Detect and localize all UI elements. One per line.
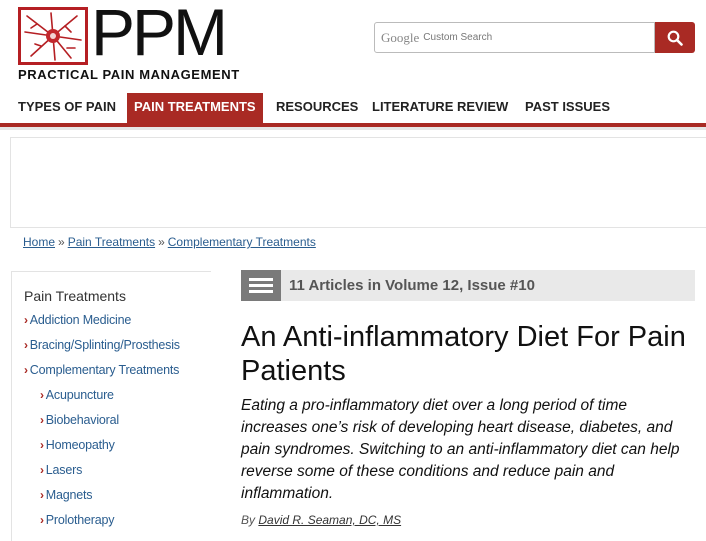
chevron-right-icon: › xyxy=(40,413,44,427)
google-brand: Google xyxy=(381,29,420,45)
nav-shadow xyxy=(0,127,706,130)
nav-pain-treatments[interactable]: PAIN TREATMENTS xyxy=(127,93,263,123)
issue-menu-button[interactable] xyxy=(241,270,281,301)
magnifier-icon xyxy=(667,30,683,46)
sidebar-item-biobehavioral[interactable]: › Biobehavioral xyxy=(40,413,119,427)
chevron-right-icon: › xyxy=(40,488,44,502)
nav-past-issues[interactable]: PAST ISSUES xyxy=(525,93,610,123)
chevron-right-icon: › xyxy=(24,338,28,352)
hamburger-icon-line xyxy=(249,284,273,287)
ad-banner xyxy=(10,137,706,228)
search-input[interactable]: Google Custom Search xyxy=(374,22,655,53)
breadcrumb-separator: » xyxy=(58,235,65,249)
sidebar-item-label: Prolotherapy xyxy=(45,513,115,527)
chevron-right-icon: › xyxy=(40,438,44,452)
sidebar-item-homeopathy[interactable]: › Homeopathy xyxy=(40,438,115,452)
hamburger-icon-line xyxy=(249,278,273,281)
sidebar-item-label: Bracing/Splinting/Prosthesis xyxy=(29,338,180,352)
breadcrumb: Home» Pain Treatments» Complementary Treat… xyxy=(23,235,316,249)
logo-letters: PPM xyxy=(91,0,228,69)
hamburger-icon-line xyxy=(249,290,273,293)
issue-articles-count[interactable]: 11 Articles in Volume 12, Issue #10 xyxy=(289,270,535,301)
sidebar-item-label: Addiction Medicine xyxy=(29,313,132,327)
site-logo[interactable]: PPM PRACTICAL PAIN MANAGEMENT xyxy=(18,0,239,82)
sidebar-item-label: Biobehavioral xyxy=(45,413,119,427)
nav-types-of-pain[interactable]: TYPES OF PAIN xyxy=(18,93,116,123)
sidebar-title: Pain Treatments xyxy=(24,288,126,304)
breadcrumb-complementary-treatments[interactable]: Complementary Treatments xyxy=(168,235,316,249)
sidebar-item-lasers[interactable]: › Lasers xyxy=(40,463,82,477)
chevron-right-icon: › xyxy=(40,388,44,402)
article-title: An Anti-inflammatory Diet For Pain Patie… xyxy=(241,321,686,387)
breadcrumb-home[interactable]: Home xyxy=(23,235,55,249)
breadcrumb-pain-treatments[interactable]: Pain Treatments xyxy=(68,235,155,249)
sidebar-item-complementary-treatments[interactable]: › Complementary Treatments xyxy=(24,363,179,377)
author-link[interactable]: David R. Seaman, DC, MS xyxy=(258,513,401,527)
sidebar-item-magnets[interactable]: › Magnets xyxy=(40,488,93,502)
sidebar-item-label: Acupuncture xyxy=(45,388,114,402)
neuron-logo-icon xyxy=(18,7,88,65)
logo-subtitle: PRACTICAL PAIN MANAGEMENT xyxy=(18,67,240,82)
sidebar-item-prolotherapy[interactable]: › Prolotherapy xyxy=(40,513,114,527)
sidebar-item-label: Homeopathy xyxy=(45,438,115,452)
chevron-right-icon: › xyxy=(40,463,44,477)
sidebar-item-label: Magnets xyxy=(45,488,93,502)
nav-resources[interactable]: RESOURCES xyxy=(276,93,358,123)
sidebar-item-bracing[interactable]: › Bracing/Splinting/Prosthesis xyxy=(24,338,180,352)
search-placeholder: Custom Search xyxy=(423,32,493,43)
article-dek: Eating a pro-inflammatory diet over a lo… xyxy=(241,397,680,502)
chevron-right-icon: › xyxy=(24,363,28,377)
nav-literature-review[interactable]: LITERATURE REVIEW xyxy=(372,93,508,123)
sidebar-item-label: Lasers xyxy=(45,463,83,477)
byline-label: By xyxy=(241,513,256,527)
site-search: Google Custom Search xyxy=(374,22,695,53)
breadcrumb-separator: » xyxy=(158,235,165,249)
chevron-right-icon: › xyxy=(24,313,28,327)
sidebar: Pain Treatments › Addiction Medicine › Bra… xyxy=(11,271,211,541)
sidebar-item-label: Complementary Treatments xyxy=(29,363,180,377)
article-byline: By David R. Seaman, DC, MS xyxy=(241,513,401,527)
main-nav: TYPES OF PAIN PAIN TREATMENTS RESOURCES … xyxy=(0,93,706,123)
search-button[interactable] xyxy=(655,22,695,53)
issue-bar: 11 Articles in Volume 12, Issue #10 xyxy=(241,270,695,301)
sidebar-item-acupuncture[interactable]: › Acupuncture xyxy=(40,388,114,402)
sidebar-item-addiction-medicine[interactable]: › Addiction Medicine xyxy=(24,313,131,327)
chevron-right-icon: › xyxy=(40,513,44,527)
